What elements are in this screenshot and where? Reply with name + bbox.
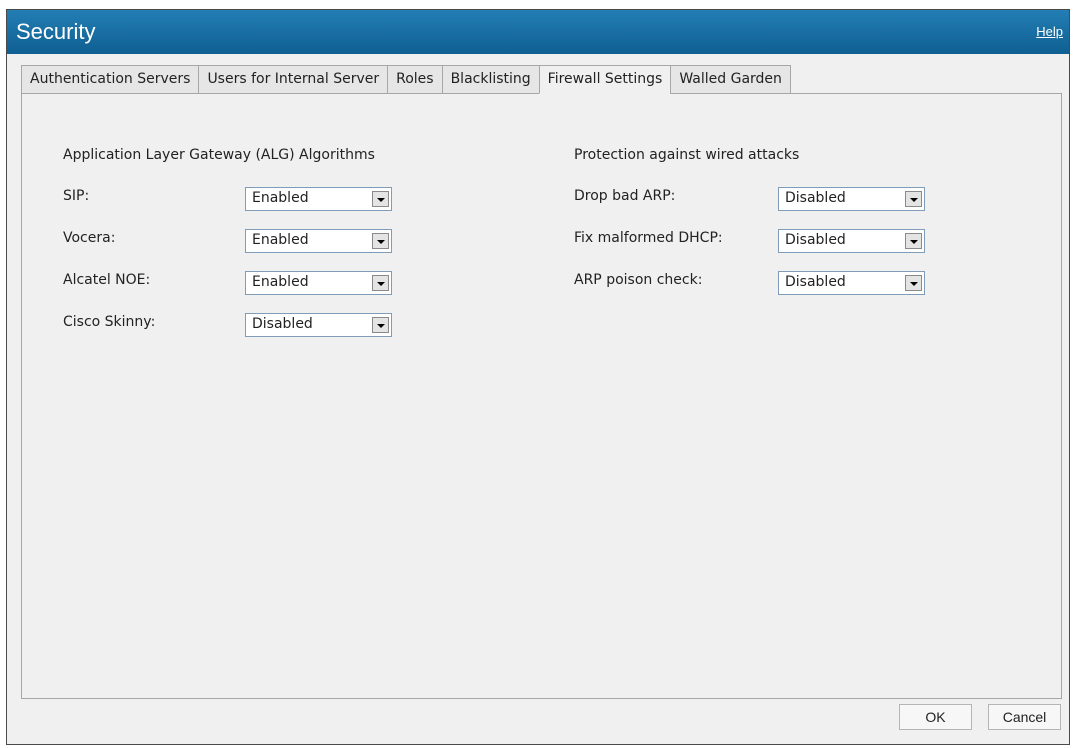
tab-roles[interactable]: Roles bbox=[387, 65, 442, 94]
vocera-label: Vocera: bbox=[63, 230, 116, 246]
alcatel-noe-value: Enabled bbox=[252, 274, 309, 290]
cisco-skinny-label: Cisco Skinny: bbox=[63, 314, 156, 330]
arp-poison-check-select[interactable]: Disabled bbox=[778, 271, 925, 295]
chevron-down-icon[interactable] bbox=[905, 191, 922, 207]
chevron-down-icon[interactable] bbox=[372, 275, 389, 291]
vocera-value: Enabled bbox=[252, 232, 309, 248]
cisco-skinny-value: Disabled bbox=[252, 316, 313, 332]
help-link[interactable]: Help bbox=[1036, 24, 1063, 39]
tab-blacklisting[interactable]: Blacklisting bbox=[441, 65, 539, 94]
tab-bar: Authentication Servers Users for Interna… bbox=[21, 65, 791, 94]
arp-poison-check-value: Disabled bbox=[785, 274, 846, 290]
arp-poison-check-label: ARP poison check: bbox=[574, 272, 703, 288]
drop-bad-arp-label: Drop bad ARP: bbox=[574, 188, 676, 204]
chevron-down-icon[interactable] bbox=[372, 233, 389, 249]
tab-firewall-settings[interactable]: Firewall Settings bbox=[538, 65, 671, 94]
cancel-button[interactable]: Cancel bbox=[988, 704, 1061, 730]
alcatel-noe-label: Alcatel NOE: bbox=[63, 272, 151, 288]
title-bar: Security Help bbox=[7, 10, 1069, 54]
drop-bad-arp-value: Disabled bbox=[785, 190, 846, 206]
drop-bad-arp-select[interactable]: Disabled bbox=[778, 187, 925, 211]
alcatel-noe-select[interactable]: Enabled bbox=[245, 271, 392, 295]
cisco-skinny-select[interactable]: Disabled bbox=[245, 313, 392, 337]
fix-malformed-dhcp-value: Disabled bbox=[785, 232, 846, 248]
chevron-down-icon[interactable] bbox=[372, 191, 389, 207]
wired-section-title: Protection against wired attacks bbox=[574, 147, 800, 163]
chevron-down-icon[interactable] bbox=[905, 233, 922, 249]
fix-malformed-dhcp-label: Fix malformed DHCP: bbox=[574, 230, 723, 246]
tab-authentication-servers[interactable]: Authentication Servers bbox=[21, 65, 199, 94]
dialog-title: Security bbox=[16, 19, 96, 44]
chevron-down-icon[interactable] bbox=[372, 317, 389, 333]
fix-malformed-dhcp-select[interactable]: Disabled bbox=[778, 229, 925, 253]
sip-select[interactable]: Enabled bbox=[245, 187, 392, 211]
security-dialog: Security Help Authentication Servers Use… bbox=[6, 9, 1070, 745]
ok-button[interactable]: OK bbox=[899, 704, 972, 730]
sip-label: SIP: bbox=[63, 188, 90, 204]
chevron-down-icon[interactable] bbox=[905, 275, 922, 291]
vocera-select[interactable]: Enabled bbox=[245, 229, 392, 253]
tab-users-for-internal-server[interactable]: Users for Internal Server bbox=[198, 65, 388, 94]
firewall-settings-panel: Application Layer Gateway (ALG) Algorith… bbox=[21, 93, 1062, 699]
tab-walled-garden[interactable]: Walled Garden bbox=[670, 65, 791, 94]
alg-section-title: Application Layer Gateway (ALG) Algorith… bbox=[63, 147, 375, 163]
sip-value: Enabled bbox=[252, 190, 309, 206]
